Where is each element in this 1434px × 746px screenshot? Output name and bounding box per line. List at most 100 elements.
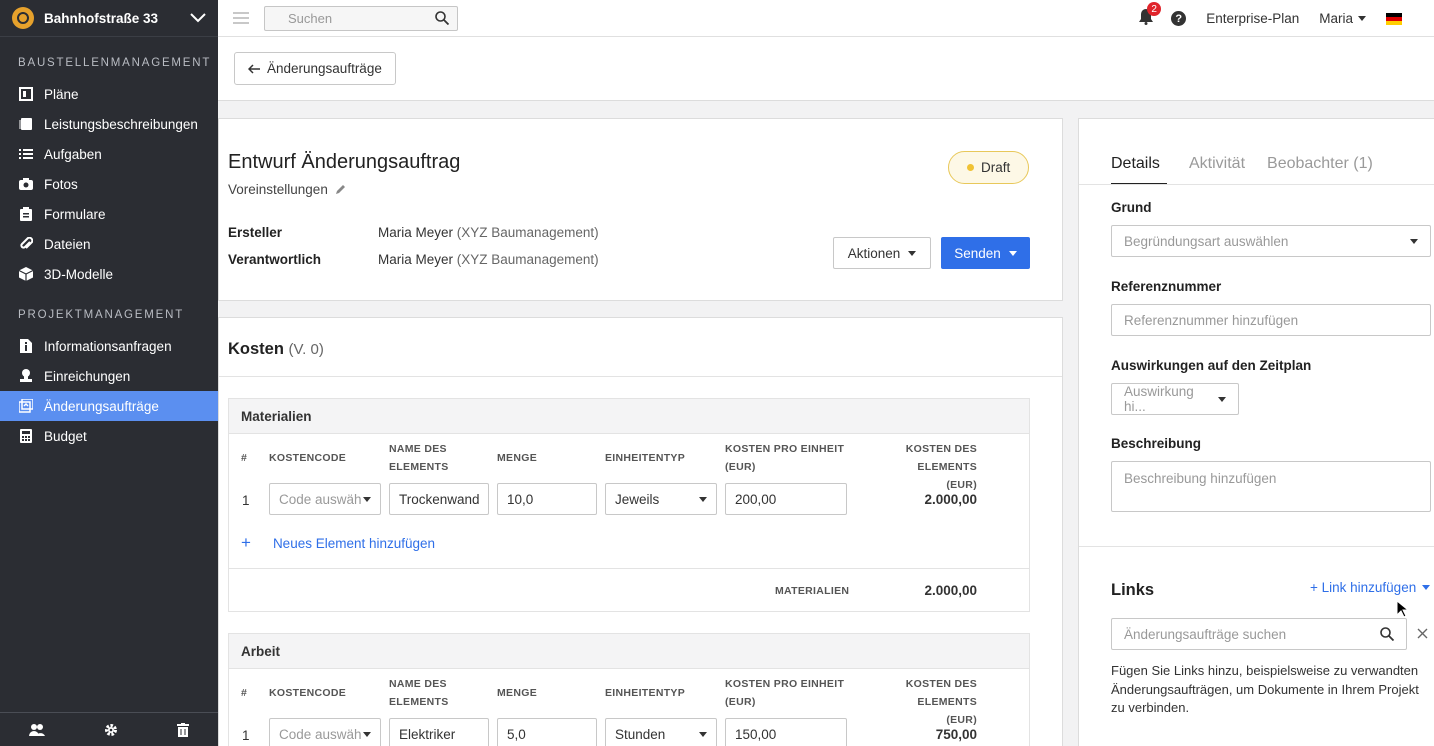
caret-down-icon bbox=[1358, 16, 1366, 21]
nav-label: Budget bbox=[44, 428, 87, 444]
topbar: Suchen 2 ? Enterprise-Plan Maria bbox=[218, 0, 1434, 37]
project-logo-icon bbox=[12, 7, 34, 29]
calculator-icon bbox=[18, 428, 34, 444]
sidebar-footer bbox=[0, 712, 218, 746]
info-document-icon bbox=[18, 338, 34, 354]
nav-einreichungen[interactable]: Einreichungen bbox=[0, 361, 218, 391]
subheader: Änderungsaufträge bbox=[218, 37, 1434, 101]
back-button[interactable]: Änderungsaufträge bbox=[234, 52, 396, 85]
costs-title: Kosten bbox=[228, 340, 284, 358]
responsible-org: (XYZ Baumanagement) bbox=[456, 252, 599, 267]
add-link-button[interactable]: + Link hinzufügen bbox=[1310, 580, 1431, 595]
quantity-input[interactable]: 10,0 bbox=[497, 483, 597, 515]
responsible-name: Maria Meyer bbox=[378, 252, 454, 267]
search-icon bbox=[1380, 627, 1394, 641]
cost-code-select[interactable]: Code auswäh bbox=[269, 483, 381, 515]
element-total: 750,00 bbox=[935, 727, 977, 742]
gear-icon[interactable] bbox=[104, 723, 118, 737]
nav-leistungsbeschreibungen[interactable]: Leistungsbeschreibungen bbox=[0, 109, 218, 139]
hamburger-icon[interactable] bbox=[233, 9, 249, 27]
caret-down-icon bbox=[363, 496, 371, 502]
status-text: Draft bbox=[981, 160, 1011, 175]
creator-name: Maria Meyer bbox=[378, 225, 454, 240]
col-unit: EINHEITENTYP bbox=[605, 687, 686, 699]
change-order-header: Entwurf Änderungsauftrag Voreinstellunge… bbox=[218, 118, 1063, 301]
element-total: 2.000,00 bbox=[924, 492, 977, 507]
user-menu[interactable]: Maria bbox=[1319, 11, 1366, 26]
chevron-down-icon[interactable] bbox=[190, 13, 206, 23]
send-button[interactable]: Senden bbox=[941, 237, 1030, 269]
camera-icon bbox=[18, 176, 34, 192]
caret-down-icon bbox=[1410, 238, 1418, 244]
mouse-cursor-icon bbox=[1396, 600, 1408, 618]
links-title: Links bbox=[1111, 581, 1155, 599]
nav-3d-modelle[interactable]: 3D-Modelle bbox=[0, 259, 218, 289]
labor-section: Arbeit # KOSTENCODE NAME DES ELEMENTS MEN… bbox=[228, 633, 1030, 746]
description-textarea[interactable]: Beschreibung hinzufügen bbox=[1111, 461, 1431, 512]
col-total: KOSTEN DES ELEMENTS (EUR) bbox=[905, 443, 977, 491]
materials-section: Materialien # KOSTENCODE NAME DES ELEMENT… bbox=[228, 398, 1030, 612]
detail-tabs: Details Aktivität Beobachter (1) bbox=[1111, 155, 1373, 185]
nav-label: Formulare bbox=[44, 206, 106, 222]
unit-type-select[interactable]: Stunden bbox=[605, 718, 717, 746]
tab-details[interactable]: Details bbox=[1111, 155, 1167, 185]
nav-label: Leistungsbeschreibungen bbox=[44, 116, 198, 132]
close-icon[interactable] bbox=[1417, 628, 1428, 639]
caret-down-icon bbox=[1008, 250, 1017, 256]
help-button[interactable]: ? bbox=[1171, 11, 1187, 26]
caret-down-icon bbox=[908, 250, 917, 256]
plus-icon: + bbox=[241, 533, 251, 552]
nav-informationsanfragen[interactable]: Informationsanfragen bbox=[0, 331, 218, 361]
responsible-label: Verantwortlich bbox=[228, 252, 322, 267]
costs-card: Kosten (V. 0) Materialien # KOSTENCODE N… bbox=[218, 317, 1063, 746]
reason-select[interactable]: Begründungsart auswählen bbox=[1111, 225, 1431, 257]
clipboard-icon bbox=[18, 206, 34, 222]
nav-budget[interactable]: Budget bbox=[0, 421, 218, 451]
cube-icon bbox=[18, 266, 34, 282]
materials-title: Materialien bbox=[229, 399, 1029, 434]
notifications-button[interactable]: 2 bbox=[1139, 2, 1162, 28]
row-num: 1 bbox=[242, 493, 250, 508]
cost-per-unit-input[interactable]: 150,00 bbox=[725, 718, 847, 746]
nav-label: Fotos bbox=[44, 176, 78, 192]
nav-aufgaben[interactable]: Aufgaben bbox=[0, 139, 218, 169]
topbar-right: 2 ? Enterprise-Plan Maria bbox=[1139, 0, 1434, 37]
quantity-input[interactable]: 5,0 bbox=[497, 718, 597, 746]
nav-dateien[interactable]: Dateien bbox=[0, 229, 218, 259]
pencil-icon[interactable] bbox=[335, 184, 346, 195]
nav-label: 3D-Modelle bbox=[44, 266, 114, 282]
materials-sum-label: MATERIALIEN bbox=[775, 585, 850, 597]
cost-per-unit-input[interactable]: 200,00 bbox=[725, 483, 847, 515]
reference-input[interactable]: Referenznummer hinzufügen bbox=[1111, 304, 1431, 336]
users-icon[interactable] bbox=[29, 723, 46, 736]
send-label: Senden bbox=[954, 245, 1001, 261]
nav-label: Dateien bbox=[44, 236, 91, 252]
col-code: KOSTENCODE bbox=[269, 452, 347, 464]
col-qty: MENGE bbox=[497, 687, 538, 699]
cost-code-select[interactable]: Code auswäh bbox=[269, 718, 381, 746]
actions-label: Aktionen bbox=[847, 245, 901, 261]
project-switcher[interactable]: Bahnhofstraße 33 bbox=[0, 0, 218, 37]
nav-fotos[interactable]: Fotos bbox=[0, 169, 218, 199]
search-input[interactable]: Suchen bbox=[264, 5, 458, 31]
element-name-input[interactable]: Elektriker bbox=[389, 718, 489, 746]
trash-icon[interactable] bbox=[176, 722, 189, 737]
element-name-input[interactable]: Trockenwand bbox=[389, 483, 489, 515]
tab-beobachter[interactable]: Beobachter (1) bbox=[1267, 155, 1373, 185]
links-search-input[interactable]: Änderungsaufträge suchen bbox=[1111, 618, 1407, 650]
col-num: # bbox=[241, 452, 248, 464]
nav-label: Pläne bbox=[44, 86, 79, 102]
plan-label[interactable]: Enterprise-Plan bbox=[1206, 11, 1299, 26]
caret-down-icon bbox=[1422, 585, 1431, 590]
unit-type-select[interactable]: Jeweils bbox=[605, 483, 717, 515]
nav-formulare[interactable]: Formulare bbox=[0, 199, 218, 229]
german-flag-icon[interactable] bbox=[1386, 12, 1402, 25]
col-total: KOSTEN DES ELEMENTS (EUR) bbox=[905, 678, 977, 726]
section-baustellenmanagement: BAUSTELLENMANAGEMENT bbox=[18, 57, 212, 69]
tab-aktivitaet[interactable]: Aktivität bbox=[1189, 155, 1245, 185]
nav-plaene[interactable]: Pläne bbox=[0, 79, 218, 109]
schedule-impact-select[interactable]: Auswirkung hi... bbox=[1111, 383, 1239, 415]
actions-button[interactable]: Aktionen bbox=[833, 237, 931, 269]
add-element-link[interactable]: + Neues Element hinzufügen bbox=[241, 533, 435, 553]
nav-aenderungsauftraege[interactable]: Änderungsaufträge bbox=[0, 391, 218, 421]
